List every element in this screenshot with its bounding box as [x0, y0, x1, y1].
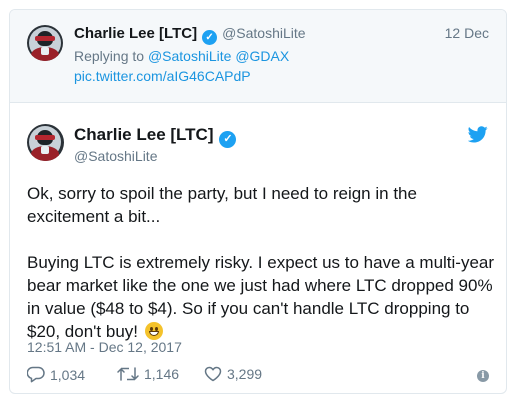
grinning-face-emoji-icon — [144, 322, 163, 340]
parent-author-handle[interactable]: @SatoshiLite — [222, 25, 305, 41]
parent-tweet[interactable]: Charlie Lee [LTC] ✓ @SatoshiLite 12 Dec Re… — [10, 10, 506, 103]
main-tweet: Charlie Lee [LTC] ✓ @SatoshiLite Ok, sorr… — [10, 103, 506, 393]
embedded-tweet-card: Charlie Lee [LTC] ✓ @SatoshiLite 12 Dec Re… — [9, 9, 507, 394]
parent-author[interactable]: Charlie Lee [LTC] ✓ @SatoshiLite — [74, 25, 306, 45]
replying-to-label: Replying to — [74, 48, 145, 64]
author-display-name[interactable]: Charlie Lee [LTC] ✓ — [74, 125, 237, 148]
parent-author-name[interactable]: Charlie Lee [LTC] — [74, 25, 197, 42]
author-name[interactable]: Charlie Lee [LTC] — [74, 125, 213, 144]
author-handle[interactable]: @SatoshiLite — [74, 148, 157, 164]
reply-button[interactable]: 1,034 — [27, 366, 85, 383]
verified-icon: ✓ — [219, 131, 237, 148]
mention-link-gdax[interactable]: @GDAX — [235, 48, 289, 64]
replying-to-line: Replying to @SatoshiLite @GDAX — [74, 48, 289, 64]
retweet-button[interactable]: 1,146 — [117, 366, 179, 382]
verified-icon: ✓ — [202, 30, 218, 45]
parent-avatar[interactable] — [27, 25, 63, 61]
reply-icon — [27, 366, 45, 383]
media-link[interactable]: pic.twitter.com/aIG46CAPdP — [74, 68, 251, 84]
like-button[interactable]: 3,299 — [204, 366, 262, 382]
parent-date[interactable]: 12 Dec — [445, 25, 489, 41]
like-count: 3,299 — [227, 366, 263, 382]
tweet-paragraph-2: Buying LTC is extremely risky. I expect … — [27, 251, 495, 343]
heart-icon — [204, 366, 222, 382]
tweet-actions: 1,034 1,146 3,299 i — [27, 366, 489, 390]
tweet-timestamp[interactable]: 12:51 AM - Dec 12, 2017 — [27, 339, 182, 355]
retweet-icon — [117, 367, 139, 381]
reply-count: 1,034 — [50, 366, 86, 383]
tweet-text: Ok, sorry to spoil the party, but I need… — [27, 182, 495, 343]
tweet-paragraph-1: Ok, sorry to spoil the party, but I need… — [27, 184, 417, 226]
author-avatar[interactable] — [27, 124, 64, 161]
tweet-paragraph-2-text: Buying LTC is extremely risky. I expect … — [27, 253, 495, 341]
mention-link-satoshilite[interactable]: @SatoshiLite — [148, 48, 231, 64]
twitter-bird-icon[interactable] — [468, 126, 488, 143]
retweet-count: 1,146 — [144, 366, 180, 382]
info-icon[interactable]: i — [477, 370, 489, 382]
